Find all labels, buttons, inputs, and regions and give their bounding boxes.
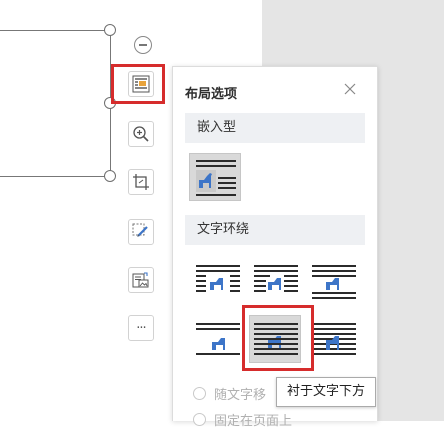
more-button[interactable]: ··· <box>128 315 154 341</box>
wrap-option-top-bottom[interactable] <box>307 259 359 307</box>
inline-wrap-icon <box>196 160 236 196</box>
tight-wrap-icon <box>254 265 298 292</box>
crop-button[interactable] <box>128 169 154 195</box>
fix-on-page-radio[interactable] <box>193 412 206 426</box>
wrap-option-square[interactable] <box>191 259 243 307</box>
edit-image-button[interactable] <box>128 219 154 245</box>
inline-section-header: 嵌入型 <box>185 113 365 143</box>
zoom-button[interactable] <box>128 121 154 147</box>
wrap-option-in-front-of-text[interactable] <box>307 315 359 363</box>
collapse-toolbar-button[interactable] <box>134 36 152 54</box>
move-with-text-label: 随文字移 <box>214 387 267 403</box>
in-front-of-text-wrap-icon <box>312 323 356 355</box>
resize-handle-bottom-right[interactable] <box>104 170 116 182</box>
wrap-option-tight[interactable] <box>249 259 301 307</box>
close-icon[interactable] <box>342 81 358 97</box>
square-wrap-icon <box>196 265 240 292</box>
top-bottom-wrap-icon <box>312 265 356 299</box>
fix-on-page-option[interactable]: 固定在页面上 <box>193 409 292 429</box>
tooltip-text: 衬于文字下方 <box>287 384 366 399</box>
tooltip: 衬于文字下方 <box>276 377 377 407</box>
fix-on-page-label: 固定在页面上 <box>214 413 293 429</box>
wrap-option-through[interactable] <box>191 315 243 363</box>
convert-image-button[interactable] <box>128 267 154 293</box>
inline-section-label: 嵌入型 <box>197 120 237 135</box>
panel-title: 布局选项 <box>185 87 238 102</box>
more-icon: ··· <box>136 320 146 336</box>
behind-text-highlight <box>242 305 314 371</box>
layout-button-highlight <box>111 64 165 104</box>
wrap-section-header: 文字环绕 <box>185 215 365 245</box>
resize-handle-top-right[interactable] <box>104 24 116 36</box>
wrap-option-inline[interactable] <box>189 153 241 201</box>
through-wrap-icon <box>196 323 240 355</box>
crop-icon <box>133 174 149 190</box>
zoom-in-icon <box>133 126 149 142</box>
wrap-section-label: 文字环绕 <box>197 222 250 237</box>
pen-icon <box>132 223 148 237</box>
image-convert-icon <box>132 272 149 288</box>
move-with-text-radio[interactable] <box>193 386 206 400</box>
move-with-text-option[interactable]: 随文字移 <box>193 383 266 403</box>
